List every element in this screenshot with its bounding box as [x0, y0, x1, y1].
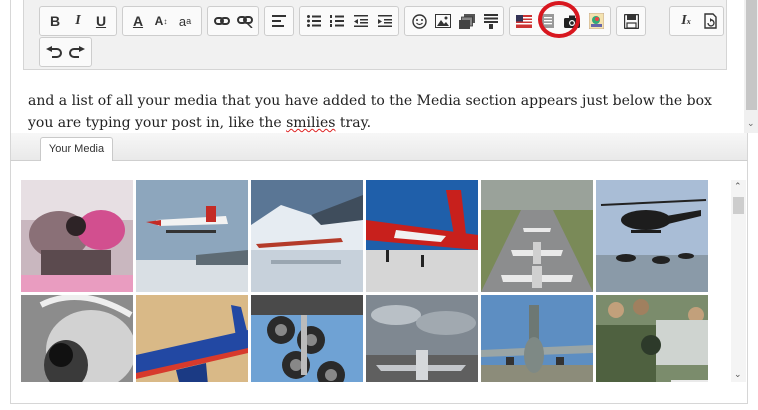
toolbar-group-basic: B I U — [39, 6, 117, 36]
text-color-button[interactable]: A — [127, 10, 149, 32]
italic-button[interactable]: I — [67, 10, 89, 32]
indent-icon[interactable] — [374, 10, 396, 32]
media-thumb-military-jet[interactable] — [366, 295, 478, 382]
outdent-icon[interactable] — [350, 10, 372, 32]
scroll-down-icon[interactable]: ⌄ — [747, 119, 755, 129]
media-thumb-antarctic-jet[interactable] — [251, 180, 363, 292]
insert-image-icon[interactable] — [432, 10, 454, 32]
photo-gallery-icon[interactable] — [585, 10, 607, 32]
remove-format-button[interactable]: Ix — [675, 10, 697, 32]
media-thumb-red-jetliner[interactable] — [366, 180, 478, 292]
camera-highlight-circle — [538, 1, 580, 38]
link-icon[interactable] — [211, 10, 233, 32]
toolbar-group-save — [616, 6, 646, 36]
editor-text-after: tray. — [335, 115, 372, 131]
media-thumb-soldiers-vehicle[interactable] — [596, 295, 708, 382]
post-editor[interactable]: B I U A A ↕ aa I x and a list of all you… — [10, 0, 758, 134]
media-scrollbar[interactable]: ⌃ ⌄ — [731, 180, 746, 382]
font-size-button[interactable]: A ↕ — [150, 10, 172, 32]
quote-icon[interactable] — [480, 10, 502, 32]
toolbar-group-lists — [299, 6, 399, 36]
toolbar-group-format: Ix — [669, 6, 724, 36]
redo-icon[interactable] — [66, 41, 88, 63]
flag-icon[interactable] — [513, 10, 535, 32]
toolbar-group-history — [39, 37, 92, 67]
media-thumb-black-helicopters[interactable] — [596, 180, 708, 292]
undo-icon[interactable] — [43, 41, 65, 63]
media-tab-strip — [10, 133, 748, 161]
media-thumb-cargo-plane[interactable] — [481, 295, 593, 382]
media-thumb-robot-cockpit[interactable] — [21, 180, 133, 292]
numbered-list-icon[interactable] — [326, 10, 348, 32]
media-thumb-blue-airliner[interactable] — [136, 295, 248, 382]
scroll-down-icon[interactable]: ⌄ — [734, 370, 742, 380]
bold-button[interactable]: B — [44, 10, 66, 32]
save-icon[interactable] — [620, 10, 642, 32]
restore-draft-icon[interactable] — [699, 10, 721, 32]
font-family-button[interactable]: aa — [174, 10, 196, 32]
media-gallery-icon[interactable] — [456, 10, 478, 32]
editor-toolbar: B I U A A ↕ aa I x — [23, 0, 727, 70]
media-thumb-landing-gear[interactable] — [251, 295, 363, 382]
media-grid — [21, 180, 713, 382]
editor-body-text[interactable]: and a list of all your media that you ha… — [28, 90, 733, 134]
align-left-icon[interactable] — [268, 10, 290, 32]
scroll-up-icon[interactable]: ⌃ — [734, 182, 742, 192]
misspelled-word: smilies — [286, 115, 336, 131]
underline-button[interactable]: U — [90, 10, 112, 32]
media-thumb-airfield-jets[interactable] — [481, 180, 593, 292]
toolbar-group-align — [264, 6, 294, 36]
media-thumb-seaplane[interactable] — [136, 180, 248, 292]
toolbar-group-insert — [404, 6, 504, 36]
editor-scroll-thumb[interactable] — [746, 0, 757, 110]
unlink-icon[interactable] — [234, 10, 256, 32]
editor-scrollbar[interactable]: ⌄ — [744, 0, 758, 133]
media-thumb-pilot-cockpit[interactable] — [21, 295, 133, 382]
smiley-icon[interactable] — [408, 10, 430, 32]
toolbar-group-font: A A ↕ aa — [122, 6, 202, 36]
toolbar-group-link — [207, 6, 259, 36]
media-scroll-thumb[interactable] — [733, 197, 744, 214]
media-panel: ⌃ ⌄ — [10, 161, 748, 404]
bullet-list-icon[interactable] — [303, 10, 325, 32]
tab-your-media[interactable]: Your Media — [40, 137, 113, 162]
